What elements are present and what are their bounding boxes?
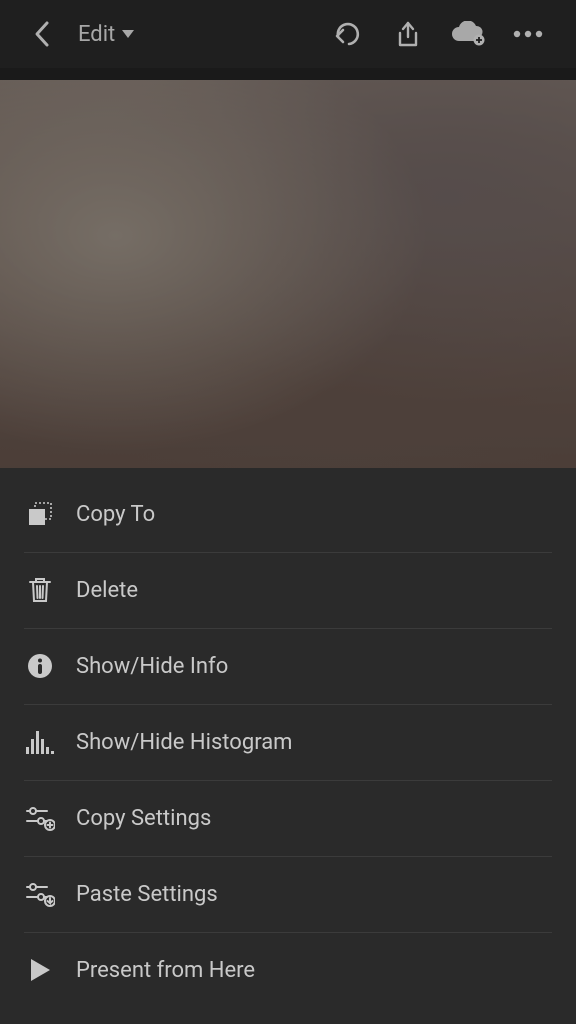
menu-item-show-hide-info[interactable]: Show/Hide Info (0, 628, 576, 704)
more-horizontal-icon (511, 29, 545, 39)
menu-item-paste-settings[interactable]: Paste Settings (0, 856, 576, 932)
copy-settings-icon (24, 802, 56, 834)
back-button[interactable] (18, 10, 66, 58)
undo-button[interactable] (318, 10, 378, 58)
histogram-icon (24, 726, 56, 758)
chevron-left-icon (33, 20, 51, 48)
menu-item-label: Copy Settings (76, 806, 211, 831)
menu-item-show-hide-histogram[interactable]: Show/Hide Histogram (0, 704, 576, 780)
top-bar: Edit (0, 0, 576, 68)
menu-item-label: Show/Hide Histogram (76, 730, 292, 755)
caret-down-icon (121, 29, 135, 39)
menu-item-label: Delete (76, 578, 138, 603)
share-button[interactable] (378, 10, 438, 58)
photo-canvas[interactable] (0, 80, 576, 468)
cloud-plus-icon (450, 21, 486, 47)
share-icon (395, 20, 421, 48)
menu-item-copy-to[interactable]: Copy To (0, 476, 576, 552)
edit-mode-label: Edit (78, 22, 115, 47)
menu-item-copy-settings[interactable]: Copy Settings (0, 780, 576, 856)
menu-item-delete[interactable]: Delete (0, 552, 576, 628)
play-icon (24, 954, 56, 986)
info-icon (24, 650, 56, 682)
edit-mode-dropdown[interactable]: Edit (78, 22, 135, 47)
menu-item-label: Copy To (76, 502, 155, 527)
menu-item-label: Show/Hide Info (76, 654, 228, 679)
undo-icon (333, 22, 363, 46)
menu-item-present-from-here[interactable]: Present from Here (0, 932, 576, 1008)
menu-item-label: Present from Here (76, 958, 255, 983)
menu-item-label: Paste Settings (76, 882, 218, 907)
paste-settings-icon (24, 878, 56, 910)
more-options-button[interactable] (498, 10, 558, 58)
copy-to-icon (24, 498, 56, 530)
context-menu-sheet: Copy To Delete (0, 468, 576, 1024)
trash-icon (24, 574, 56, 606)
app-root: Edit (0, 0, 576, 1024)
cloud-sync-button[interactable] (438, 10, 498, 58)
